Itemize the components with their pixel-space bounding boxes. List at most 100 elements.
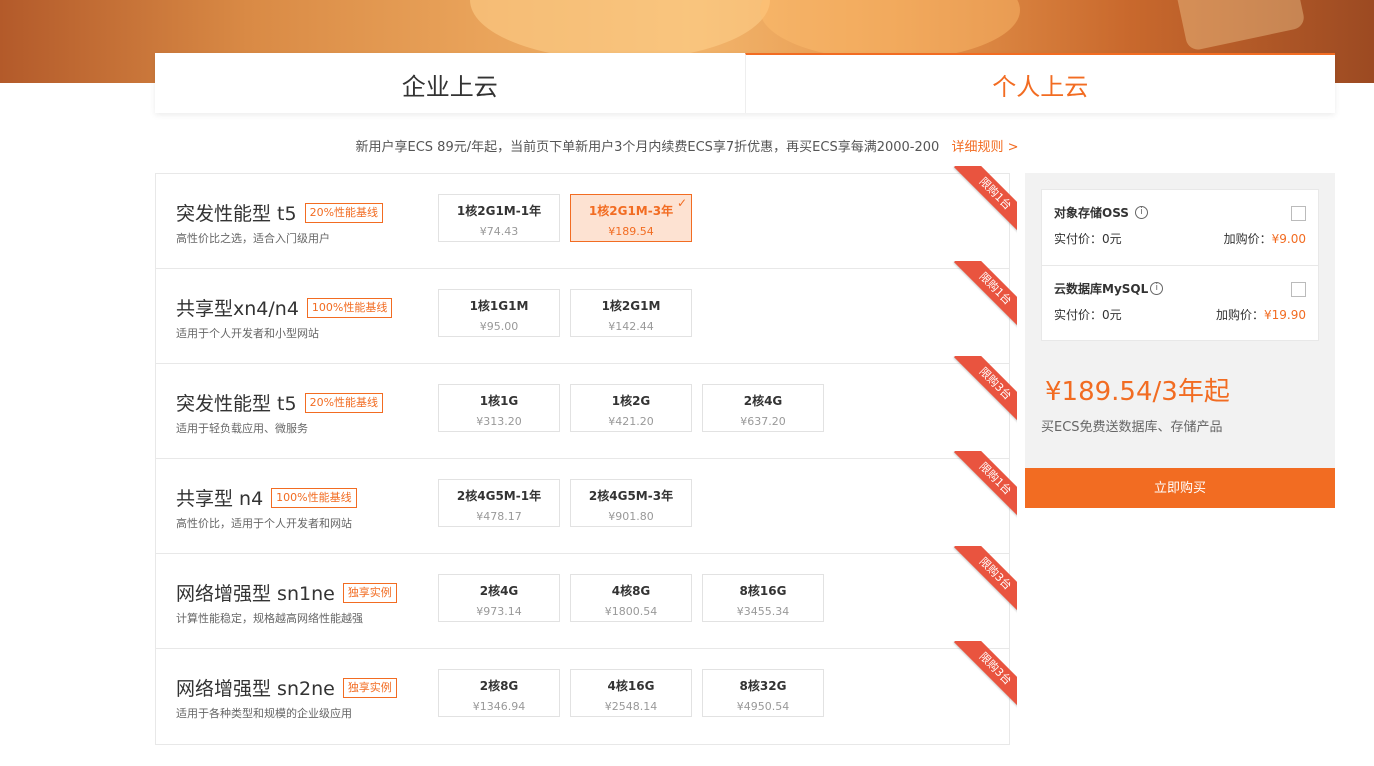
spec-option-selected[interactable]: ✓ 1核2G1M-3年 ¥189.54 xyxy=(570,194,692,242)
spec-option[interactable]: 8核16G ¥3455.34 xyxy=(702,574,824,622)
spec-option[interactable]: 2核4G5M-1年 ¥478.17 xyxy=(438,479,560,527)
product-name: 突发性能型 t5 xyxy=(176,203,297,225)
product-desc: 适用于个人开发者和小型网站 xyxy=(176,327,319,340)
spec-label: 1核2G1M-3年 xyxy=(588,204,674,218)
spec-options: 2核8G ¥1346.94 4核16G ¥2548.14 8核32G ¥4950… xyxy=(438,669,824,717)
addon-title: 云数据库MySQL xyxy=(1054,282,1149,296)
product-name: 共享型xn4/n4 xyxy=(176,298,299,320)
product-row: 共享型xn4/n4 100%性能基线 适用于个人开发者和小型网站 1核1G1M … xyxy=(156,261,1017,364)
banner-decoration xyxy=(470,0,770,60)
spec-price: ¥637.20 xyxy=(740,415,786,428)
spec-label: 2核8G xyxy=(479,679,519,693)
product-tag: 独享实例 xyxy=(342,677,397,698)
spec-price: ¥189.54 xyxy=(608,225,654,238)
addon-title: 对象存储OSS xyxy=(1054,206,1129,220)
product-name: 共享型 n4 xyxy=(176,488,264,510)
spec-options: 1核1G1M ¥95.00 1核2G1M ¥142.44 xyxy=(438,289,692,337)
product-tag: 独享实例 xyxy=(342,582,397,603)
ribbon-label: 限购1台 xyxy=(953,166,1017,236)
ribbon-label: 限购3台 xyxy=(953,641,1017,711)
spec-option[interactable]: 1核2G1M ¥142.44 xyxy=(570,289,692,337)
addon-price-label: 加购价： xyxy=(1215,308,1264,322)
spec-price: ¥1800.54 xyxy=(604,605,658,618)
ribbon-label: 限购3台 xyxy=(953,546,1017,616)
banner-decoration xyxy=(1174,0,1306,52)
product-name: 网络增强型 sn2ne xyxy=(176,678,335,700)
spec-label: 2核4G xyxy=(479,584,519,598)
tab-personal[interactable]: 个人上云 xyxy=(744,53,1335,113)
addon-checkbox[interactable] xyxy=(1291,206,1306,221)
spec-option[interactable]: 2核4G5M-3年 ¥901.80 xyxy=(570,479,692,527)
spec-option[interactable]: 2核8G ¥1346.94 xyxy=(438,669,560,717)
limit-ribbon: 限购3台 xyxy=(945,641,1017,713)
spec-option[interactable]: 1核2G1M-1年 ¥74.43 xyxy=(438,194,560,242)
spec-label: 4核16G xyxy=(607,679,655,693)
ribbon-label: 限购1台 xyxy=(953,261,1017,331)
product-tag: 20%性能基线 xyxy=(304,202,384,223)
spec-option[interactable]: 4核16G ¥2548.14 xyxy=(570,669,692,717)
spec-options: 1核1G ¥313.20 1核2G ¥421.20 2核4G ¥637.20 xyxy=(438,384,824,432)
spec-price: ¥1346.94 xyxy=(472,700,526,713)
product-desc: 适用于轻负载应用、微服务 xyxy=(176,422,308,435)
spec-label: 2核4G5M-3年 xyxy=(588,489,674,503)
limit-ribbon: 限购3台 xyxy=(945,356,1017,428)
product-desc: 适用于各种类型和规模的企业级应用 xyxy=(176,707,352,720)
spec-label: 8核16G xyxy=(739,584,787,598)
rules-link[interactable]: 详细规则 > xyxy=(951,140,1018,155)
spec-option[interactable]: 1核2G ¥421.20 xyxy=(570,384,692,432)
limit-ribbon: 限购1台 xyxy=(945,261,1017,333)
product-row: 突发性能型 t5 20%性能基线 适用于轻负载应用、微服务 1核1G ¥313.… xyxy=(156,356,1017,459)
spec-option[interactable]: 2核4G ¥973.14 xyxy=(438,574,560,622)
spec-label: 1核2G1M xyxy=(601,299,661,313)
spec-option[interactable]: 2核4G ¥637.20 xyxy=(702,384,824,432)
check-icon: ✓ xyxy=(676,196,687,210)
product-row: 突发性能型 t5 20%性能基线 高性价比之选，适合入门级用户 1核2G1M-1… xyxy=(156,166,1017,269)
product-row: 网络增强型 sn2ne 独享实例 适用于各种类型和规模的企业级应用 2核8G ¥… xyxy=(156,641,1017,744)
limit-ribbon: 限购1台 xyxy=(945,166,1017,238)
spec-price: ¥478.17 xyxy=(476,510,522,523)
banner-decoration xyxy=(760,0,1020,60)
spec-price: ¥3455.34 xyxy=(736,605,790,618)
buy-now-button[interactable]: 立即购买 xyxy=(1025,468,1335,508)
spec-label: 1核2G xyxy=(611,394,651,408)
spec-option[interactable]: 4核8G ¥1800.54 xyxy=(570,574,692,622)
category-tabs: 企业上云 个人上云 xyxy=(155,53,1335,113)
product-name: 突发性能型 t5 xyxy=(176,393,297,415)
addon-paid-price: 实付价：0元 xyxy=(1054,232,1122,246)
ribbon-label: 限购1台 xyxy=(953,451,1017,521)
tab-enterprise[interactable]: 企业上云 xyxy=(155,53,745,113)
addon-checkbox[interactable] xyxy=(1291,282,1306,297)
limit-ribbon: 限购3台 xyxy=(945,546,1017,618)
spec-option[interactable]: 1核1G ¥313.20 xyxy=(438,384,560,432)
product-name: 网络增强型 sn1ne xyxy=(176,583,335,605)
total-note: 买ECS免费送数据库、存储产品 xyxy=(1041,420,1223,435)
spec-price: ¥901.80 xyxy=(608,510,654,523)
spec-option[interactable]: 1核1G1M ¥95.00 xyxy=(438,289,560,337)
spec-price: ¥2548.14 xyxy=(604,700,658,713)
addon-mysql: 云数据库MySQL i 实付价：0元 加购价：¥19.90 xyxy=(1042,265,1318,340)
product-row: 网络增强型 sn1ne 独享实例 计算性能稳定，规格越高网络性能越强 2核4G … xyxy=(156,546,1017,649)
addon-price-label: 加购价： xyxy=(1223,232,1272,246)
spec-price: ¥4950.54 xyxy=(736,700,790,713)
spec-label: 1核1G xyxy=(479,394,519,408)
product-tag: 100%性能基线 xyxy=(271,487,357,508)
info-icon[interactable]: i xyxy=(1150,282,1164,295)
spec-option[interactable]: 8核32G ¥4950.54 xyxy=(702,669,824,717)
spec-label: 2核4G xyxy=(743,394,783,408)
ribbon-label: 限购3台 xyxy=(953,356,1017,426)
spec-options: 1核2G1M-1年 ¥74.43 ✓ 1核2G1M-3年 ¥189.54 xyxy=(438,194,692,242)
spec-price: ¥142.44 xyxy=(608,320,654,333)
product-tag: 100%性能基线 xyxy=(306,297,393,318)
spec-price: ¥973.14 xyxy=(476,605,522,618)
limit-ribbon: 限购1台 xyxy=(945,451,1017,523)
addon-price: ¥9.00 xyxy=(1271,232,1306,246)
spec-label: 2核4G5M-1年 xyxy=(456,489,542,503)
addon-list: 对象存储OSS i 实付价：0元 加购价：¥9.00 云数据库MySQL i 实… xyxy=(1041,189,1319,341)
promo-banner: 新用户享ECS 89元/年起，当前页下单新用户3个月内续费ECS享7折优惠，再买… xyxy=(0,136,1374,155)
spec-label: 4核8G xyxy=(611,584,651,598)
product-row: 共享型 n4 100%性能基线 高性价比，适用于个人开发者和网站 2核4G5M-… xyxy=(156,451,1017,554)
info-icon[interactable]: i xyxy=(1134,206,1148,219)
spec-options: 2核4G ¥973.14 4核8G ¥1800.54 8核16G ¥3455.3… xyxy=(438,574,824,622)
spec-price: ¥313.20 xyxy=(476,415,522,428)
spec-label: 1核2G1M-1年 xyxy=(456,204,542,218)
